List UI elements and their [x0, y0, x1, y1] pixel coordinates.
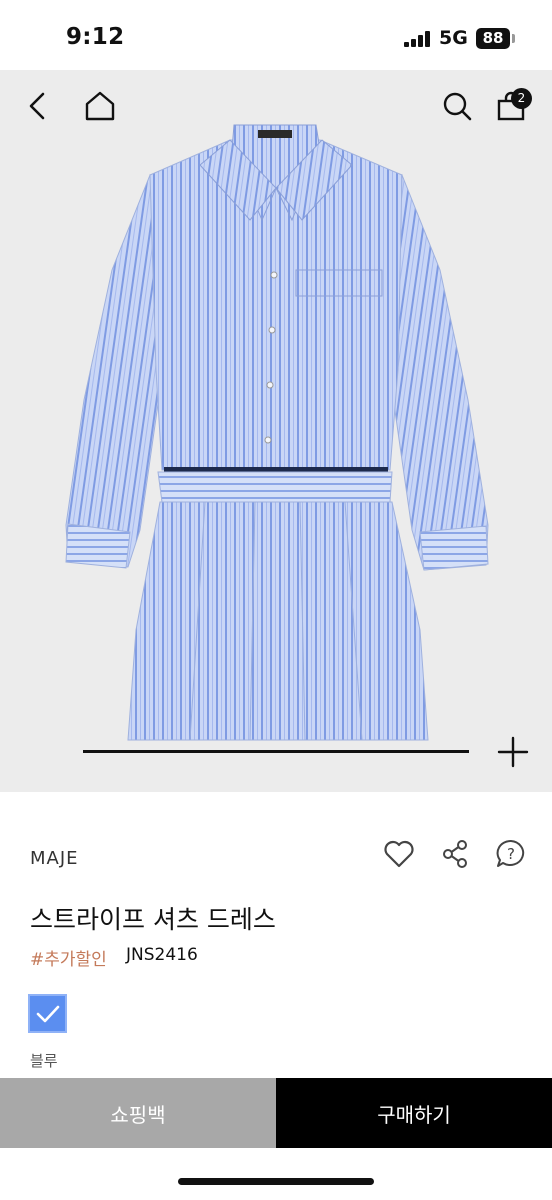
product-gallery[interactable]	[0, 70, 552, 792]
brand-name[interactable]: MAJE	[30, 848, 79, 869]
cart-count-badge: 2	[511, 88, 532, 109]
add-to-cart-button[interactable]: 쇼핑백	[0, 1078, 276, 1148]
back-icon[interactable]	[16, 84, 60, 128]
product-image	[65, 124, 489, 741]
search-icon[interactable]	[435, 84, 479, 128]
check-icon	[36, 1005, 59, 1022]
heart-icon[interactable]	[381, 836, 417, 872]
plus-icon[interactable]	[494, 733, 532, 771]
home-indicator[interactable]	[178, 1178, 374, 1185]
product-title: 스트라이프 셔츠 드레스	[30, 905, 276, 934]
status-time: 9:12	[66, 24, 125, 50]
battery-icon: 88	[476, 28, 510, 49]
product-code: JNS2416	[126, 945, 198, 965]
buy-now-button[interactable]: 구매하기	[276, 1078, 552, 1148]
signal-icon	[404, 31, 430, 47]
network-label: 5G	[439, 27, 468, 49]
battery-tip	[512, 34, 515, 43]
status-bar: 9:12 5G 88	[0, 0, 552, 70]
image-progress-bar	[83, 750, 469, 753]
share-icon[interactable]	[437, 836, 473, 872]
svg-text:?: ?	[507, 845, 515, 863]
home-icon[interactable]	[78, 84, 122, 128]
discount-tag[interactable]: #추가할인	[30, 945, 107, 970]
question-bubble-icon[interactable]: ?	[493, 836, 529, 872]
color-swatch-blue[interactable]	[28, 994, 67, 1033]
selected-color-label: 블루	[30, 1052, 58, 1070]
product-screen: 9:12 5G 88 2 MAJE ? 스트라이프 셔츠 드레스 #추가할인 J…	[0, 0, 552, 1200]
